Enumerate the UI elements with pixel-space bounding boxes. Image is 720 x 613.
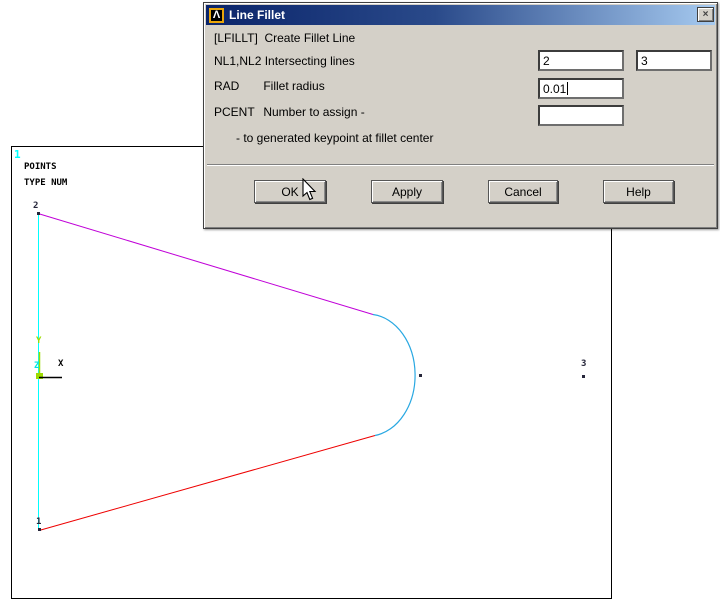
apply-label: Apply bbox=[391, 184, 423, 199]
nl2-input[interactable]: 3 bbox=[636, 50, 712, 71]
cancel-button[interactable]: Cancel bbox=[488, 180, 558, 203]
nl1-input[interactable]: 2 bbox=[538, 50, 624, 71]
keypoint-3-marker bbox=[582, 375, 585, 378]
rad-input[interactable]: 0.01 bbox=[538, 78, 624, 99]
line-fillet-dialog: Λ Line Fillet × [LFILLT] Create Fillet L… bbox=[203, 2, 718, 229]
nl1-value: 2 bbox=[543, 53, 550, 68]
command-label: [LFILLT] Create Fillet Line bbox=[214, 31, 356, 45]
nl1nl2-description: Intersecting lines bbox=[264, 54, 355, 68]
plot-numbering-label: TYPE NUM bbox=[24, 178, 68, 188]
rad-value: 0.01 bbox=[543, 81, 567, 96]
pcent-code: PCENT bbox=[214, 105, 255, 119]
apply-button[interactable]: Apply bbox=[371, 180, 443, 203]
fillet-arc bbox=[372, 313, 416, 437]
keypoint-2-label: 2 bbox=[33, 201, 39, 211]
pcent-row-label: PCENT Number to assign - bbox=[214, 105, 365, 119]
keypoint-1-label: 1 bbox=[36, 517, 42, 527]
nl1nl2-row-label: NL1,NL2 Intersecting lines bbox=[214, 54, 355, 68]
rad-row-label: RAD Fillet radius bbox=[214, 79, 325, 93]
ok-label: OK bbox=[281, 184, 299, 199]
mouse-cursor-icon bbox=[302, 178, 317, 201]
cancel-label: Cancel bbox=[504, 184, 542, 199]
keypoint-3-label: 3 bbox=[581, 359, 587, 369]
dialog-titlebar[interactable]: Λ Line Fillet bbox=[206, 5, 715, 25]
triad-x-label: X bbox=[58, 359, 64, 369]
dialog-title: Line Fillet bbox=[229, 8, 286, 22]
rad-description: Fillet radius bbox=[263, 79, 325, 93]
ansys-logo-icon: Λ bbox=[209, 7, 224, 23]
rad-code: RAD bbox=[214, 79, 240, 93]
pcent-input[interactable] bbox=[538, 105, 624, 126]
help-button[interactable]: Help bbox=[603, 180, 674, 203]
keypoint-1-marker bbox=[38, 528, 41, 531]
separator bbox=[207, 164, 714, 166]
window-number-label: 1 bbox=[14, 148, 21, 161]
text-cursor bbox=[567, 82, 569, 95]
close-button[interactable]: × bbox=[697, 7, 714, 22]
arc-midpoint-marker bbox=[419, 374, 422, 377]
fillet-center-note: - to generated keypoint at fillet center bbox=[236, 131, 434, 145]
line-bottom-red bbox=[38, 435, 376, 531]
triad-y-label: Y bbox=[36, 336, 42, 346]
triad-z-label: Z bbox=[34, 361, 40, 371]
pcent-description: Number to assign - bbox=[263, 105, 365, 119]
plot-type-label: POINTS bbox=[24, 162, 57, 172]
close-icon: × bbox=[702, 9, 709, 20]
help-label: Help bbox=[626, 184, 651, 199]
nl2-value: 3 bbox=[641, 53, 648, 68]
nl1nl2-code: NL1,NL2 bbox=[214, 54, 262, 68]
keypoint-2-marker bbox=[37, 212, 40, 215]
